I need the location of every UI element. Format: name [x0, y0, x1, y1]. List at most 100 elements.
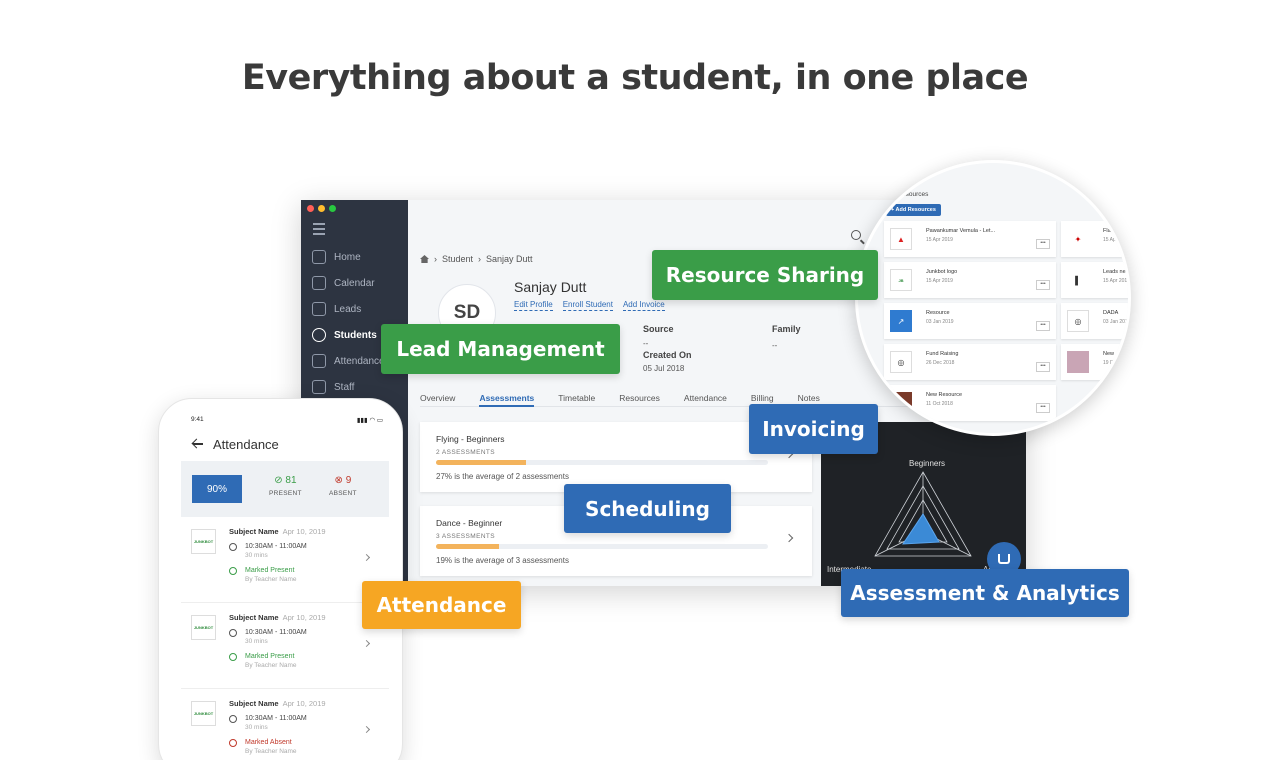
chart-icon: ↗ [890, 310, 912, 332]
leads-icon [312, 302, 326, 316]
attendance-percent: 90% [192, 475, 242, 503]
absent-stat: ⊗ 9 ABSENT [329, 475, 357, 497]
check-circle-icon: ⊘ [274, 475, 283, 486]
home-icon[interactable] [420, 255, 429, 263]
tab-timetable[interactable]: Timetable [558, 385, 595, 407]
student-name: Sanjay Dutt [514, 279, 587, 295]
more-options-button[interactable]: ••• [1036, 239, 1050, 249]
add-invoice-link[interactable]: Add Invoice [622, 300, 665, 311]
attendance-summary: 90% ⊘ 81 PRESENT ⊗ 9 ABSENT [181, 461, 389, 517]
attendance-icon [312, 354, 326, 368]
list-item[interactable]: JUNKBOT Subject Name Apr 10, 2019 10:30AM… [181, 517, 389, 603]
sidebar-item-home[interactable]: Home [301, 244, 408, 270]
assessment-title: Dance - Beginner [436, 518, 503, 528]
lead-management-tag: Lead Management [381, 324, 620, 374]
tab-assessments[interactable]: Assessments [479, 385, 535, 407]
more-options-button[interactable]: ••• [1036, 362, 1050, 372]
assessment-count: 3 ASSESSMENTS [436, 533, 496, 540]
chevron-right-icon[interactable] [362, 725, 371, 734]
assessment-average: 19% is the average of 3 assessments [436, 556, 569, 565]
search-icon[interactable] [851, 230, 861, 240]
hamburger-menu-icon[interactable] [313, 223, 325, 238]
signal-battery-icon: ▮▮▮ ◠ ▭ [356, 417, 383, 424]
more-options-button[interactable]: ••• [1036, 321, 1050, 331]
list-item[interactable]: JUNKBOT Subject Name Apr 10, 2019 10:30AM… [181, 689, 389, 760]
headline-highlight: in one place [795, 58, 1043, 108]
enroll-student-link[interactable]: Enroll Student [562, 300, 613, 311]
resources-magnifier: esources + Add Resources ▲ Pawankumar Ve… [855, 160, 1131, 436]
home-icon [312, 250, 326, 264]
progress-fill [436, 544, 500, 549]
tab-resources[interactable]: Resources [619, 385, 660, 407]
resource-tile[interactable]: JB Junkbot logo 15 Apr 2019 ••• [884, 262, 1056, 298]
progress-fill [436, 460, 526, 465]
more-options-button[interactable]: ••• [1036, 280, 1050, 290]
created-value: 05 Jul 2018 [643, 364, 685, 373]
source-value: -- [643, 339, 649, 348]
created-label: Created On [643, 350, 692, 360]
sidebar-item-staff[interactable]: Staff [301, 374, 408, 400]
x-circle-icon: ⊗ [334, 475, 343, 486]
image-icon [1067, 351, 1089, 373]
scheduling-tag: Scheduling [564, 484, 731, 533]
family-label: Family [772, 324, 801, 334]
family-value: -- [772, 341, 778, 350]
clock-icon [229, 715, 237, 723]
minimize-dot-icon[interactable] [318, 205, 325, 212]
clock-icon [229, 543, 237, 551]
calendar-icon [312, 276, 326, 290]
invoicing-tag: Invoicing [749, 404, 878, 454]
chevron-right-icon[interactable] [362, 639, 371, 648]
headline-text: Everything about a student, [241, 58, 795, 98]
resource-tile[interactable]: New 19 D [1061, 344, 1128, 380]
status-bar: 9:41 ▮▮▮ ◠ ▭ [191, 416, 383, 424]
present-stat: ⊘ 81 PRESENT [269, 475, 302, 497]
page-headline: Everything about a student, in one place [0, 58, 1270, 108]
clock-icon [229, 629, 237, 637]
tab-attendance[interactable]: Attendance [684, 385, 727, 407]
document-icon: ▌ [1075, 275, 1081, 285]
resource-tile[interactable]: New Resource 11 Oct 2018 ••• [884, 385, 1056, 421]
assessment-analytics-tag: Assessment & Analytics [841, 569, 1129, 617]
add-resources-button[interactable]: + Add Resources [886, 204, 941, 216]
sidebar-item-leads[interactable]: Leads [301, 296, 408, 322]
x-circle-icon [229, 739, 237, 747]
image-icon [890, 392, 912, 414]
check-circle-icon [229, 653, 237, 661]
progress-bar [436, 544, 768, 549]
resource-tile[interactable]: ◎ Fund Raising 26 Dec 2018 ••• [884, 344, 1056, 380]
breadcrumb-student[interactable]: Student [442, 254, 473, 264]
resource-tile[interactable]: ↗ Resource 03 Jan 2019 ••• [884, 303, 1056, 339]
profile-actions: Edit Profile Enroll Student Add Invoice [514, 300, 665, 311]
breadcrumb: › Student › Sanjay Dutt [420, 254, 533, 264]
list-item[interactable]: JUNKBOT Subject Name Apr 10, 2019 10:30AM… [181, 603, 389, 689]
progress-bar [436, 460, 768, 465]
radar-top-label: Beginners [909, 459, 945, 468]
resource-sharing-tag: Resource Sharing [652, 250, 878, 300]
resource-tile[interactable]: ▲ Pawankumar Vemula - Let... 15 Apr 2019… [884, 221, 1056, 257]
maximize-dot-icon[interactable] [329, 205, 336, 212]
image-icon: ✦ [1074, 234, 1082, 244]
attendance-tag: Attendance [362, 581, 521, 629]
chevron-right-icon[interactable] [362, 553, 371, 562]
phone-screen: 9:41 ▮▮▮ ◠ ▭ Attendance 90% ⊘ 81 PRESENT… [181, 411, 389, 760]
assessment-average: 27% is the average of 2 assessments [436, 472, 569, 481]
tab-overview[interactable]: Overview [420, 385, 455, 407]
back-arrow-icon[interactable] [193, 443, 203, 445]
breadcrumb-current: Sanjay Dutt [486, 254, 533, 264]
screen-title: Attendance [213, 437, 279, 452]
more-options-button[interactable]: ••• [1036, 403, 1050, 413]
check-circle-icon [229, 567, 237, 575]
resource-tile[interactable]: ▌ Leads new 15 Apr 2019 [1061, 262, 1128, 298]
subject-logo: JUNKBOT [191, 701, 216, 726]
students-icon [312, 328, 326, 342]
sidebar-item-calendar[interactable]: Calendar [301, 270, 408, 296]
resource-tile[interactable]: ◎ DADA 03 Jan 2019 [1061, 303, 1128, 339]
resource-tile[interactable]: ✦ Flam 15 Ap [1061, 221, 1128, 257]
phone-mockup: 9:41 ▮▮▮ ◠ ▭ Attendance 90% ⊘ 81 PRESENT… [158, 398, 403, 760]
close-dot-icon[interactable] [307, 205, 314, 212]
image-icon: JB [890, 269, 912, 291]
subject-logo: JUNKBOT [191, 615, 216, 640]
chevron-right-icon[interactable] [784, 533, 794, 543]
edit-profile-link[interactable]: Edit Profile [514, 300, 553, 311]
